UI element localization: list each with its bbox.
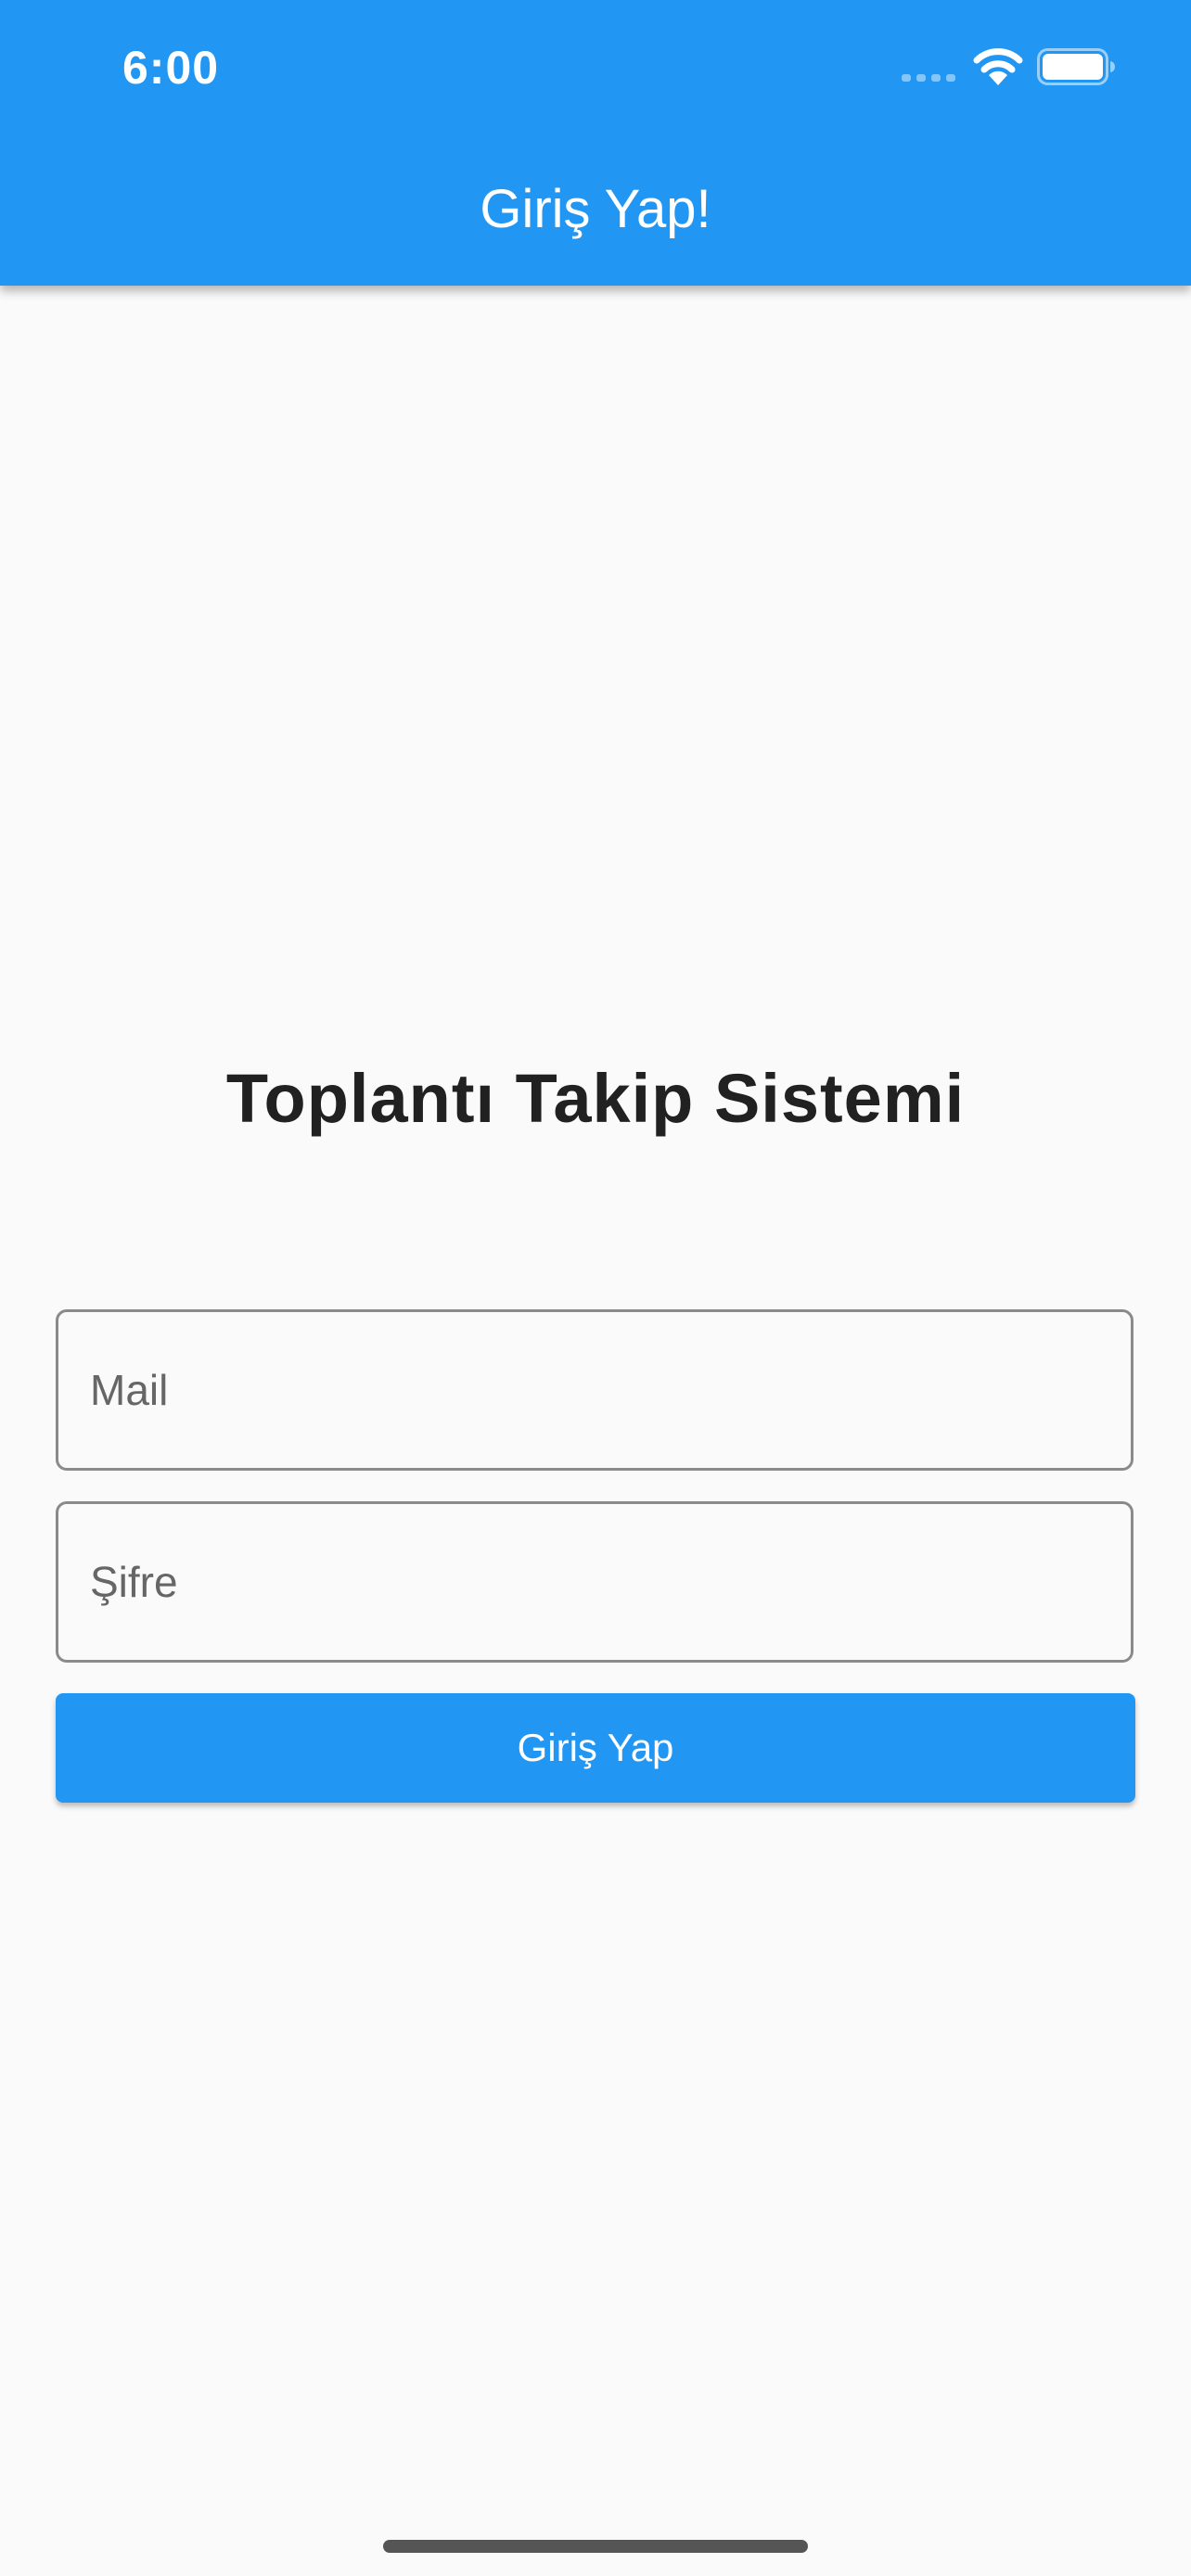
app-bar: 6:00 Giriş Yap! [0, 0, 1191, 286]
battery-icon [1037, 48, 1115, 85]
email-field[interactable] [56, 1309, 1133, 1471]
email-input[interactable] [58, 1312, 1131, 1468]
wifi-icon [973, 48, 1023, 85]
password-input[interactable] [58, 1504, 1131, 1660]
status-bar-time: 6:00 [122, 42, 220, 94]
password-field[interactable] [56, 1501, 1133, 1663]
login-button[interactable]: Giriş Yap [56, 1693, 1135, 1803]
app-bar-title: Giriş Yap! [480, 179, 711, 239]
home-indicator[interactable] [383, 2540, 808, 2553]
page-title: Toplantı Takip Sistemi [225, 1060, 966, 1137]
cellular-signal-icon [902, 74, 957, 82]
